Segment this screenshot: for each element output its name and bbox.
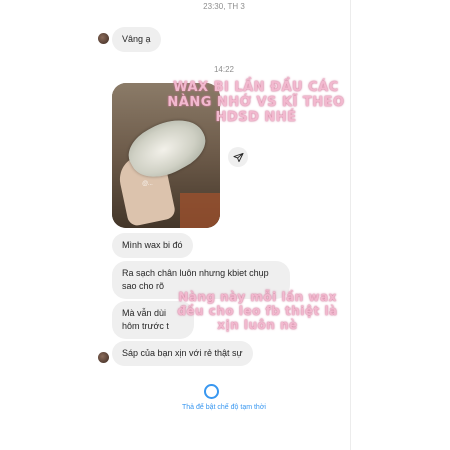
overlay-caption-top: WAX BI LẦN ĐẦU CÁC NÀNG NHỚ VS KĨ THEO H…	[167, 80, 345, 125]
date-label: 23:30, TH 3	[203, 2, 245, 11]
photo-crate	[180, 193, 220, 228]
vanish-mode-hint[interactable]: Thả để bật chế độ tạm thời	[98, 404, 350, 411]
avatar[interactable]	[98, 33, 109, 44]
avatar[interactable]	[98, 352, 109, 363]
loading-spinner-icon	[204, 384, 219, 399]
time-divider: 14:22	[213, 65, 235, 74]
send-icon	[232, 152, 244, 162]
photo-watermark: @...	[142, 181, 154, 187]
message-bubble-reply[interactable]: Vâng ạ	[112, 27, 161, 52]
message-bubble[interactable]: Mình wax bi đó	[112, 233, 193, 258]
right-margin	[350, 0, 450, 450]
message-bubble[interactable]: Sáp của bạn xịn với rẻ thật sự	[112, 341, 253, 366]
chat-thread[interactable]: 23:30, TH 3 Vâng ạ 14:22 @... Mình wax b…	[98, 0, 350, 450]
overlay-caption-middle: Nàng này mỗi lần wax đều cho leo fb thiệ…	[177, 290, 338, 332]
share-button[interactable]	[228, 147, 248, 167]
left-margin	[0, 0, 98, 450]
